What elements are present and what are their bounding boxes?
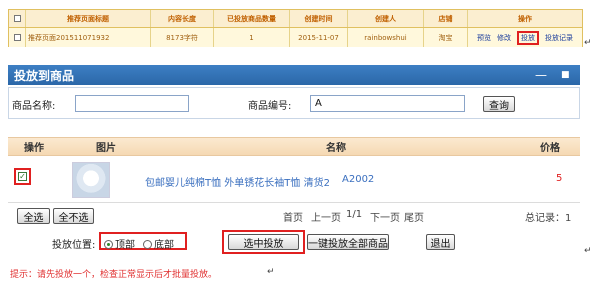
header-ops: 操作 (518, 14, 532, 23)
header-shop: 店铺 (424, 10, 468, 27)
header-title: 推荐页面标题 (26, 10, 151, 27)
header-select-cell (9, 10, 26, 27)
product-code-input[interactable] (310, 95, 465, 112)
position-bottom-option[interactable]: 底部 (143, 236, 174, 251)
return-arrow-icon: ↵ (584, 38, 592, 48)
product-grid-header: 操作 图片 名称 价格 (8, 137, 580, 156)
table-row: ✓ 包邮婴儿纯棉T恤 外单锈花长袖T恤 清货2 A2002 5 (8, 157, 580, 203)
row-shop: 淘宝 (424, 28, 468, 47)
radio-bottom-icon[interactable] (143, 240, 152, 249)
row-checkbox[interactable] (13, 34, 21, 41)
pager-first[interactable]: 首页 (283, 209, 303, 224)
row-count: 1 (214, 28, 290, 47)
pager-last[interactable]: 尾页 (404, 209, 424, 224)
row-select-cell (9, 28, 26, 47)
header-created: 创建时间 (290, 10, 348, 27)
query-button[interactable]: 查询 (483, 96, 515, 112)
exit-button[interactable]: 退出 (426, 234, 455, 250)
radio-top-icon[interactable] (104, 240, 113, 249)
publish-selected-button[interactable]: 选中投放 (228, 234, 299, 250)
table-header-row: 推荐页面标题 内容长度 已投放商品数量 创建时间 创建人 店铺 操作 (9, 10, 582, 28)
pager-page: 1/1 (346, 209, 363, 220)
position-top-label: 顶部 (115, 240, 135, 251)
return-arrow-icon: ↵ (584, 246, 592, 256)
position-label: 投放位置: (52, 240, 96, 251)
product-thumbnail (72, 162, 110, 198)
grid-header-op: 操作 (24, 143, 44, 154)
publish-link[interactable]: 投放 (517, 30, 539, 45)
pager-prev[interactable]: 上一页 (311, 209, 341, 224)
publish-all-button[interactable]: 一键投放全部商品 (307, 234, 389, 250)
recommend-page-table: 推荐页面标题 内容长度 已投放商品数量 创建时间 创建人 店铺 操作 推荐页面2… (8, 9, 583, 47)
row-title: 推荐页面201511071932 (26, 28, 151, 47)
position-top-option[interactable]: 顶部 (104, 236, 135, 251)
row-ops: 预览 修改 投放 投放记录 (468, 28, 582, 47)
grid-header-image: 图片 (96, 143, 116, 154)
row-created: 2015-11-07 (290, 28, 348, 47)
edit-link[interactable]: 修改 (497, 33, 511, 43)
header-creator: 创建人 (348, 10, 424, 27)
return-arrow-icon: ↵ (267, 267, 275, 277)
grid-header-name: 名称 (326, 143, 346, 154)
row-length: 8173字符 (151, 28, 214, 47)
search-bar: 商品名称: 商品编号: 查询 (8, 87, 580, 119)
select-all-checkbox[interactable] (13, 15, 21, 22)
product-code-link[interactable]: A2002 (342, 174, 374, 185)
product-code-label: 商品编号: (248, 101, 292, 112)
product-name-label: 商品名称: (12, 101, 56, 112)
tip-text: 提示：请先投放一个，检查正常显示后才批量投放。 (10, 270, 218, 280)
pager-next[interactable]: 下一页 (370, 209, 400, 224)
product-name-link[interactable]: 包邮婴儿纯棉T恤 外单锈花长袖T恤 清货2 (145, 174, 330, 189)
publish-history-link[interactable]: 投放记录 (545, 33, 573, 43)
position-bottom-label: 底部 (154, 240, 174, 251)
table-row: 推荐页面201511071932 8173字符 1 2015-11-07 rai… (9, 28, 582, 47)
panel-title: 投放到商品 (8, 65, 580, 85)
close-icon[interactable]: ■ (561, 65, 570, 85)
total-records: 总记录：1 (525, 213, 572, 224)
preview-link[interactable]: 预览 (477, 33, 491, 43)
row-creator: rainbowshui (348, 28, 424, 47)
header-count: 已投放商品数量 (214, 10, 290, 27)
product-name-input[interactable] (75, 95, 189, 112)
product-checkbox[interactable]: ✓ (18, 172, 27, 181)
grid-header-price: 价格 (540, 143, 560, 154)
publish-to-product-panel: 投放到商品 — ■ 商品名称: 商品编号: 查询 操作 图片 名称 价格 ✓ 包… (8, 65, 580, 255)
select-all-button[interactable]: 全选 (17, 208, 50, 224)
select-none-button[interactable]: 全不选 (53, 208, 94, 224)
minimize-icon[interactable]: — (535, 65, 547, 85)
product-price: 5 (556, 173, 563, 184)
header-length: 内容长度 (151, 10, 214, 27)
